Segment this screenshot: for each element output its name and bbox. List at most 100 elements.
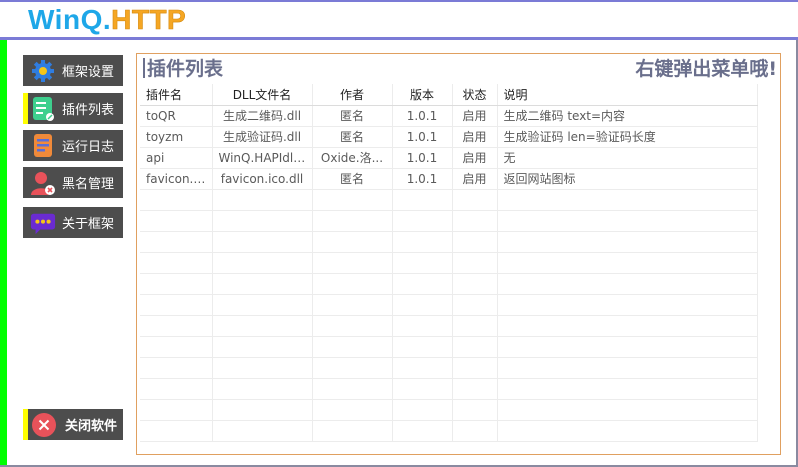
column-header-dll[interactable]: DLL文件名: [212, 84, 313, 106]
empty-cell: [312, 399, 393, 421]
empty-cell: [140, 399, 213, 421]
cell-author: 匿名: [312, 168, 393, 190]
cell-author: 匿名: [312, 126, 393, 148]
empty-cell: [312, 252, 393, 274]
empty-row: [140, 357, 758, 379]
close-app-label: 关闭软件: [65, 419, 118, 434]
cell-dll: 生成验证码.dll: [212, 126, 313, 148]
table-header-row: 插件名 DLL文件名 作者 版本 状态 说明: [140, 84, 758, 106]
nav-item-logs[interactable]: 运行日志: [23, 130, 123, 161]
empty-cell: [452, 357, 498, 379]
empty-cell: [312, 336, 393, 358]
empty-cell: [497, 336, 758, 358]
empty-cell: [140, 315, 213, 337]
table-row[interactable]: favicon.ico favicon.ico.dll 匿名 1.0.1 启用 …: [140, 168, 758, 190]
empty-cell: [497, 315, 758, 337]
user-block-icon: [30, 170, 56, 196]
empty-cell: [452, 189, 498, 211]
empty-cell: [140, 231, 213, 253]
logo-part-http: HTTP: [111, 4, 187, 36]
empty-cell: [392, 378, 453, 400]
cell-name: toQR: [140, 105, 213, 127]
empty-cell: [452, 210, 498, 232]
nav-item-label: 框架设置: [62, 65, 115, 80]
empty-cell: [140, 336, 213, 358]
empty-cell: [497, 294, 758, 316]
cell-author: Oxide.洛...: [312, 147, 393, 169]
empty-cell: [452, 231, 498, 253]
cell-status: 启用: [452, 105, 498, 127]
nav-item-blacklist[interactable]: 黑名管理: [23, 167, 123, 198]
empty-cell: [452, 315, 498, 337]
empty-cell: [392, 357, 453, 379]
nav-item-about[interactable]: 关于框架: [23, 207, 123, 238]
column-header-status[interactable]: 状态: [452, 84, 498, 106]
cell-description: 生成验证码 len=验证码长度: [497, 126, 758, 148]
cell-version: 1.0.1: [392, 147, 453, 169]
empty-cell: [452, 336, 498, 358]
cell-status: 启用: [452, 126, 498, 148]
table-row[interactable]: toyzm 生成验证码.dll 匿名 1.0.1 启用 生成验证码 len=验证…: [140, 126, 758, 148]
empty-cell: [392, 420, 453, 442]
empty-cell: [497, 189, 758, 211]
column-header-author[interactable]: 作者: [312, 84, 393, 106]
cell-dll: 生成二维码.dll: [212, 105, 313, 127]
empty-cell: [497, 273, 758, 295]
close-icon: [31, 412, 57, 438]
empty-cell: [497, 210, 758, 232]
empty-cell: [312, 294, 393, 316]
column-header-version[interactable]: 版本: [392, 84, 453, 106]
cell-version: 1.0.1: [392, 105, 453, 127]
empty-cell: [212, 273, 313, 295]
empty-cell: [212, 315, 313, 337]
empty-cell: [392, 210, 453, 232]
empty-cell: [212, 378, 313, 400]
table-row[interactable]: toQR 生成二维码.dll 匿名 1.0.1 启用 生成二维码 text=内容: [140, 105, 758, 127]
empty-cell: [212, 336, 313, 358]
empty-cell: [312, 189, 393, 211]
column-header-name[interactable]: 插件名: [140, 84, 213, 106]
cell-name: toyzm: [140, 126, 213, 148]
nav-item-settings[interactable]: 框架设置: [23, 55, 123, 86]
empty-cell: [140, 420, 213, 442]
table-row[interactable]: api WinQ.HAPIdll... Oxide.洛... 1.0.1 启用 …: [140, 147, 758, 169]
empty-row: [140, 231, 758, 253]
plugin-table-container[interactable]: 插件名 DLL文件名 作者 版本 状态 说明 toQR 生成二维码.dll 匿名…: [140, 84, 777, 452]
cell-status: 启用: [452, 147, 498, 169]
top-border: [0, 0, 798, 2]
empty-cell: [140, 252, 213, 274]
app-logo: WinQ.HTTP: [28, 3, 187, 36]
column-header-description[interactable]: 说明: [497, 84, 758, 106]
cell-description: 生成二维码 text=内容: [497, 105, 758, 127]
empty-row: [140, 420, 758, 442]
empty-cell: [312, 210, 393, 232]
empty-cell: [312, 378, 393, 400]
title-marker: [143, 58, 145, 78]
empty-cell: [497, 231, 758, 253]
close-app-button[interactable]: 关闭软件: [23, 409, 123, 440]
empty-cell: [312, 231, 393, 253]
empty-cell: [452, 294, 498, 316]
context-menu-hint: 右键弹出菜单哦!: [635, 58, 777, 80]
chat-bubble-icon: [30, 210, 56, 236]
empty-cell: [140, 210, 213, 232]
empty-cell: [140, 189, 213, 211]
empty-row: [140, 294, 758, 316]
empty-cell: [212, 357, 313, 379]
empty-cell: [497, 252, 758, 274]
empty-row: [140, 210, 758, 232]
panel-title: 插件列表: [143, 57, 223, 81]
log-icon: [30, 133, 56, 159]
plugin-list-panel: 插件列表 右键弹出菜单哦! 插件名 DLL文件名 作者 版本 状态 说明 toQ…: [136, 53, 781, 455]
empty-cell: [212, 399, 313, 421]
empty-cell: [392, 399, 453, 421]
empty-cell: [497, 357, 758, 379]
document-edit-icon: [30, 96, 56, 122]
cell-dll: WinQ.HAPIdll...: [212, 147, 313, 169]
nav-item-plugins[interactable]: 插件列表: [23, 93, 123, 124]
cell-author: 匿名: [312, 105, 393, 127]
empty-cell: [497, 378, 758, 400]
left-accent-strip: [0, 40, 7, 467]
empty-cell: [452, 252, 498, 274]
empty-row: [140, 378, 758, 400]
